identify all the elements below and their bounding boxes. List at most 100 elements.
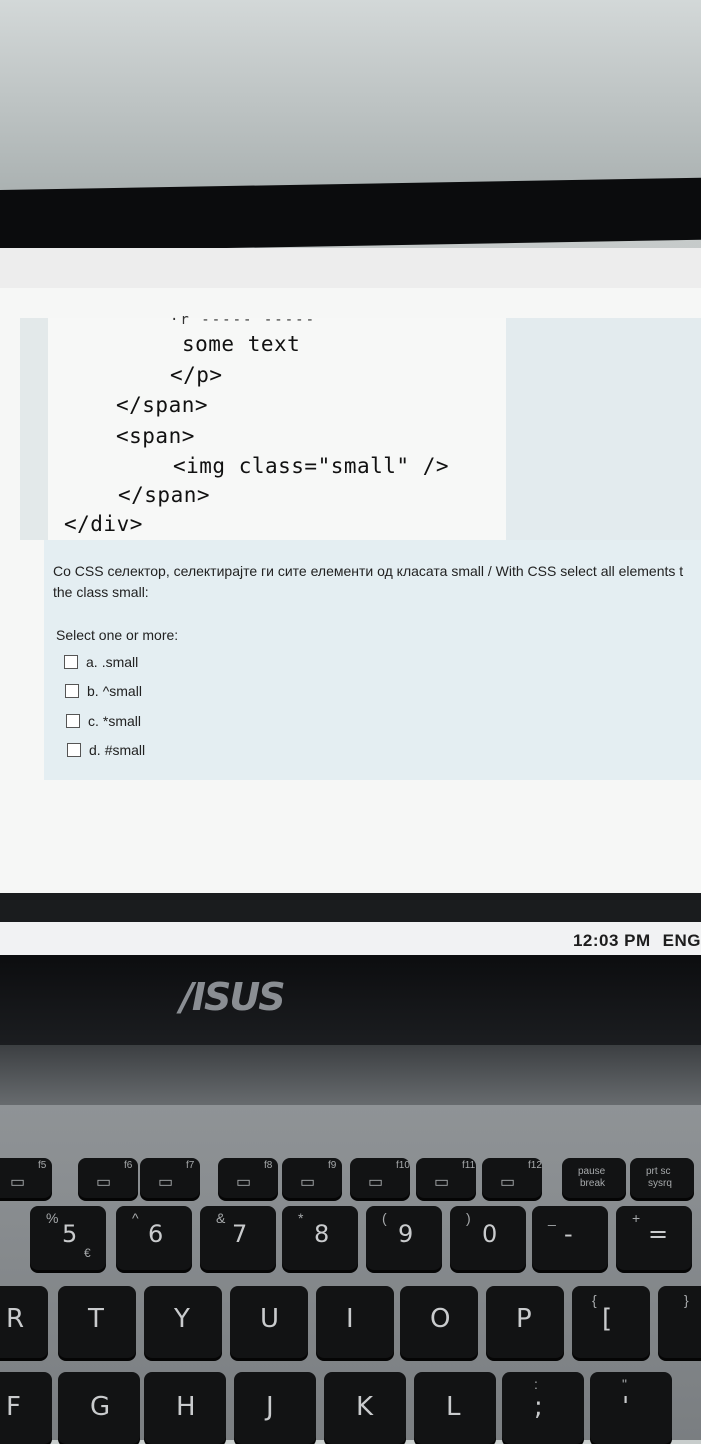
key-label: Y <box>174 1304 190 1334</box>
key-shift-label: } <box>684 1292 689 1308</box>
laptop-bottom-bezel <box>0 955 701 1050</box>
key-label: [ <box>602 1304 613 1334</box>
function-key[interactable]: f8 ▭ <box>218 1158 278 1198</box>
function-key[interactable]: f10 ▭ <box>350 1158 410 1198</box>
number-key[interactable]: ) 0 <box>450 1206 526 1270</box>
number-key[interactable]: % 5 € <box>30 1206 106 1270</box>
key-shift-label: + <box>632 1210 641 1226</box>
letter-key[interactable]: Y <box>144 1286 222 1358</box>
key-label: 5 <box>62 1220 78 1248</box>
laptop-hinge <box>0 1045 701 1110</box>
letter-key[interactable]: I <box>316 1286 394 1358</box>
letter-key[interactable]: K <box>324 1372 406 1444</box>
answer-option-a[interactable]: a. .small <box>64 654 138 670</box>
checkbox[interactable] <box>67 743 81 757</box>
letter-key[interactable]: R <box>0 1286 48 1358</box>
number-key[interactable]: & 7 <box>200 1206 276 1270</box>
letter-key[interactable]: :; <box>502 1372 584 1444</box>
letter-key[interactable]: } <box>658 1286 701 1358</box>
checkbox[interactable] <box>66 714 80 728</box>
language-indicator[interactable]: ENG <box>663 931 701 951</box>
screen-bottom-dark-strip <box>0 893 701 925</box>
function-key[interactable]: f5 ▭ <box>0 1158 52 1198</box>
fn-sublabel: sysrq <box>648 1178 672 1189</box>
letter-key[interactable]: P <box>486 1286 564 1358</box>
function-key[interactable]: pause break <box>562 1158 626 1198</box>
number-key[interactable]: _ - <box>532 1206 608 1270</box>
code-line: </div> <box>64 512 143 536</box>
key-label: 8 <box>314 1220 330 1248</box>
letter-key[interactable]: {[ <box>572 1286 650 1358</box>
touchpad-icon: ▭ <box>300 1174 316 1191</box>
volume-down-icon: ▭ <box>434 1174 450 1191</box>
function-key[interactable]: f9 ▭ <box>282 1158 342 1198</box>
background-wall <box>0 0 701 195</box>
brightness-icon: ▭ <box>96 1174 112 1191</box>
fn-label: f7 <box>186 1160 195 1171</box>
taskbar-clock[interactable]: 12:03 PM ENG <box>573 931 701 951</box>
key-label: 9 <box>398 1220 414 1248</box>
key-label: K <box>356 1392 374 1422</box>
key-label: H <box>176 1392 196 1422</box>
function-key[interactable]: prt sc sysrq <box>630 1158 694 1198</box>
fn-label: prt sc <box>646 1166 671 1177</box>
letter-key[interactable]: J <box>234 1372 316 1444</box>
answer-option-c[interactable]: c. *small <box>66 713 141 729</box>
letter-key[interactable]: H <box>144 1372 226 1444</box>
key-label: 0 <box>482 1220 498 1248</box>
letter-key[interactable]: G <box>58 1372 140 1444</box>
letter-key[interactable]: O <box>400 1286 478 1358</box>
option-letter: c. <box>88 713 99 729</box>
letter-key[interactable]: U <box>230 1286 308 1358</box>
answer-option-b[interactable]: b. ^small <box>65 683 142 699</box>
key-label: - <box>564 1220 573 1248</box>
key-shift-label: " <box>622 1376 627 1392</box>
code-line: <img class="small" /> <box>173 454 450 478</box>
number-key[interactable]: * 8 <box>282 1206 358 1270</box>
letter-key[interactable]: F <box>0 1372 52 1444</box>
option-letter: a. <box>86 654 98 670</box>
key-shift-label: ^ <box>132 1210 139 1226</box>
key-shift-label: % <box>46 1210 59 1226</box>
key-shift-label: _ <box>548 1210 556 1226</box>
key-label: U <box>260 1304 280 1334</box>
code-line: some text <box>182 332 301 356</box>
question-text-continued: the class small: <box>53 584 149 600</box>
key-shift-label: : <box>534 1376 538 1392</box>
key-label: L <box>446 1392 461 1422</box>
laptop-top-bezel <box>0 177 701 252</box>
key-label: R <box>6 1304 25 1334</box>
code-cut-line: ·r ----- ----- <box>170 312 317 328</box>
code-line: </p> <box>170 363 223 387</box>
number-key[interactable]: + = <box>616 1206 692 1270</box>
key-label: O <box>430 1304 451 1334</box>
number-key[interactable]: (9 <box>366 1206 442 1270</box>
letter-key[interactable]: L <box>414 1372 496 1444</box>
volume-up-icon: ▭ <box>500 1174 516 1191</box>
checkbox[interactable] <box>65 684 79 698</box>
fn-label: f5 <box>38 1160 47 1171</box>
letter-key[interactable]: " ' <box>590 1372 672 1444</box>
brand-logo: /ISUS <box>180 975 286 1019</box>
key-shift-label: * <box>298 1210 304 1226</box>
letter-key[interactable]: T <box>58 1286 136 1358</box>
clock-time: 12:03 PM <box>572 931 651 950</box>
projector-icon: ▭ <box>236 1174 252 1191</box>
function-key[interactable]: f6 ▭ <box>78 1158 138 1198</box>
display-icon: ▭ <box>10 1174 26 1191</box>
key-shift-label: ) <box>466 1210 471 1226</box>
fn-label: f11 <box>462 1160 476 1171</box>
number-key[interactable]: ^ 6 <box>116 1206 192 1270</box>
select-instruction: Select one or more: <box>56 627 179 643</box>
function-key[interactable]: f12 ▭ <box>482 1158 542 1198</box>
function-key[interactable]: f11 ▭ <box>416 1158 476 1198</box>
key-label: P <box>516 1304 532 1334</box>
option-label: *small <box>102 713 142 729</box>
question-text: Со CSS селектор, селектирајте ги сите ел… <box>53 563 684 579</box>
answer-option-d[interactable]: d. #small <box>67 742 145 758</box>
checkbox[interactable] <box>64 655 78 669</box>
key-label: T <box>88 1304 104 1334</box>
fn-sublabel: break <box>580 1178 606 1189</box>
key-label: G <box>90 1392 111 1422</box>
function-key[interactable]: f7 ▭ <box>140 1158 200 1198</box>
